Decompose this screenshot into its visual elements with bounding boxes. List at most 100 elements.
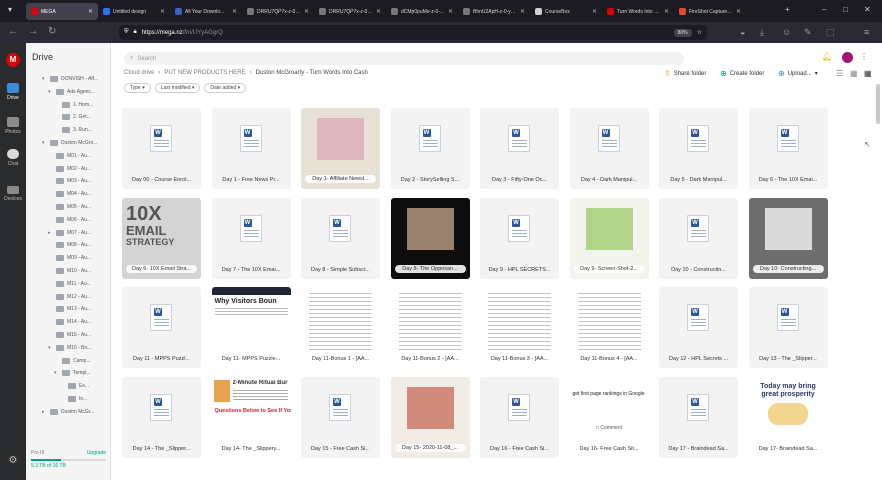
- rail-chat[interactable]: Chat: [0, 149, 26, 167]
- zoom-level[interactable]: 80%: [673, 28, 692, 37]
- tree-folder-item[interactable]: 1. Hom...: [54, 99, 93, 111]
- tree-folder-item[interactable]: M14 - Au...: [48, 316, 91, 328]
- tree-folder-item[interactable]: M03 - Au...: [48, 175, 91, 187]
- close-window-icon[interactable]: ✕: [864, 5, 871, 14]
- browser-tab[interactable]: BhnU2ApH-z-0-y-60...✕: [458, 3, 530, 20]
- tab-list-icon[interactable]: ▾: [8, 5, 12, 14]
- breadcrumb-put-new-products[interactable]: PUT NEW PRODUCTS HERE: [164, 70, 245, 76]
- tree-folder-item[interactable]: 2. Get...: [54, 111, 91, 123]
- file-card[interactable]: Day 17 - Braindead Sa...: [659, 376, 738, 458]
- close-tab-icon[interactable]: ✕: [520, 8, 525, 15]
- file-card[interactable]: Day 16 - Free Cash Si...: [480, 376, 559, 458]
- create-folder-button[interactable]: ⊕ Create folder: [720, 69, 764, 78]
- expand-caret-icon[interactable]: ▾: [48, 345, 53, 351]
- expand-caret-icon[interactable]: ▾: [54, 370, 59, 376]
- file-card[interactable]: Day 1 - Free News Pr...: [211, 108, 291, 189]
- file-card[interactable]: Day 5 - Dark Manipul...: [659, 108, 738, 189]
- close-tab-icon[interactable]: ✕: [448, 8, 453, 15]
- mega-logo[interactable]: M: [6, 53, 20, 67]
- expand-caret-icon[interactable]: ▾: [42, 76, 47, 82]
- forward-icon[interactable]: →: [28, 26, 38, 38]
- close-tab-icon[interactable]: ✕: [664, 8, 669, 15]
- tree-folder-item[interactable]: M01 - Au...: [48, 150, 91, 162]
- file-card[interactable]: Day 7 - The 10X Emai...: [211, 197, 291, 279]
- list-view-icon[interactable]: ☰: [836, 69, 843, 78]
- tree-folder-item[interactable]: M02 - Au...: [48, 163, 91, 175]
- browser-tab[interactable]: DRRU7QP7x-z-0-y-... ✕: [242, 3, 314, 20]
- tree-folder-item[interactable]: M12 - Au...: [48, 291, 91, 303]
- scrollbar-thumb[interactable]: [876, 84, 880, 124]
- downloads-icon[interactable]: ⤓: [760, 26, 764, 38]
- file-card[interactable]: Day 4 - Dark Manipul...: [569, 108, 649, 189]
- browser-tab[interactable]: Turn Words Into Cash ✕: [602, 3, 674, 20]
- filter-type[interactable]: Type ▾: [124, 83, 151, 93]
- file-card[interactable]: 10X EMAIL STRATEGY Day 6- 10X Email Stra...: [122, 197, 201, 279]
- browser-tab[interactable]: CourseBox ✕: [530, 3, 602, 20]
- search-input[interactable]: ⌕ Search: [124, 52, 684, 65]
- close-tab-icon[interactable]: ✕: [592, 8, 597, 15]
- file-card[interactable]: Why Visitors Boun Day 11- MPPS Puzzle...: [211, 287, 291, 368]
- file-card[interactable]: Day 10 - Constructin...: [659, 197, 738, 279]
- tree-folder-item[interactable]: ▾ Templ...: [54, 367, 91, 379]
- tree-folder-item[interactable]: M15 - Au...: [48, 329, 91, 341]
- lock-icon[interactable]: 🔒︎: [134, 29, 137, 36]
- menu-icon[interactable]: ≡: [864, 26, 869, 38]
- expand-caret-icon[interactable]: ▸: [48, 230, 53, 236]
- file-card[interactable]: Day 11-Bonus 4 - [AA...: [569, 287, 649, 368]
- expand-caret-icon[interactable]: ▾: [48, 89, 53, 95]
- extensions-icon[interactable]: ✎: [804, 26, 812, 38]
- file-card[interactable]: Day 00 - Course Enrol...: [122, 108, 201, 189]
- settings-icon[interactable]: ⚙: [0, 455, 26, 466]
- close-tab-icon[interactable]: ✕: [304, 8, 309, 15]
- close-tab-icon[interactable]: ✕: [160, 8, 165, 15]
- tree-folder-item[interactable]: ▾ M16 - Bo...: [48, 342, 91, 354]
- tree-folder-item[interactable]: M09 - Au...: [48, 252, 91, 264]
- tree-folder-item[interactable]: M08 - Au...: [48, 239, 91, 251]
- upgrade-link[interactable]: Upgrade: [87, 450, 106, 456]
- file-card[interactable]: Day 9 - HPL SECRETS...: [480, 197, 559, 279]
- tree-folder-item[interactable]: ▾ Ads Agenc...: [48, 86, 95, 98]
- file-card[interactable]: Day 1- Affiliate Newsl...: [301, 108, 380, 189]
- tree-folder-item[interactable]: ▾ Duston McGro...: [42, 137, 97, 149]
- file-card[interactable]: 2-Minute Ritual Burns BellyQuestions Bel…: [211, 376, 291, 458]
- file-card[interactable]: Day 11-Bonus 2 - [AA...: [390, 287, 470, 368]
- close-tab-icon[interactable]: ✕: [376, 8, 381, 15]
- tree-folder-item[interactable]: Camp...: [54, 355, 91, 367]
- rail-drive[interactable]: Drive: [0, 83, 26, 101]
- browser-tab[interactable]: MEGA ✕: [26, 3, 98, 20]
- tree-folder-item[interactable]: M13 - Au...: [48, 303, 91, 315]
- file-card[interactable]: Day 11-Bonus 1 - [AA...: [301, 287, 380, 368]
- tree-folder-item[interactable]: M11 - Au...: [48, 278, 91, 290]
- browser-tab[interactable]: DRRU7QP7x-z-0-y-... ✕: [314, 3, 386, 20]
- pocket-icon[interactable]: ◒: [740, 26, 745, 38]
- file-card[interactable]: Day 15 - Free Cash Si...: [301, 376, 380, 458]
- file-card[interactable]: Day 15- 2020-11-08_...: [390, 376, 470, 458]
- maximize-icon[interactable]: □: [843, 5, 848, 14]
- address-bar[interactable]: ⛨ 🔒︎ https://mega.nz/fm/UYyAGgrQ 80% ☆: [119, 25, 707, 40]
- tree-folder-item[interactable]: M04 - Au...: [48, 188, 91, 200]
- thumbnail-view-icon[interactable]: ▦: [850, 69, 858, 78]
- storage-meter[interactable]: Pro III Upgrade 5.3 TB of 16 TB: [31, 450, 106, 469]
- bookmark-star-icon[interactable]: ☆: [697, 29, 702, 36]
- file-card[interactable]: Day 9- Screen-Shot-2...: [569, 197, 649, 279]
- file-card[interactable]: Day 11-Bonus 3 - [AA...: [480, 287, 559, 368]
- browser-tab[interactable]: dCMp0puMe-z-0-y-... ✕: [386, 3, 458, 20]
- close-tab-icon[interactable]: ✕: [88, 8, 93, 15]
- file-card[interactable]: Day 10- Constructing...: [748, 197, 828, 279]
- tree-folder-item[interactable]: Ex...: [60, 380, 89, 392]
- tree-folder-item[interactable]: In...: [60, 393, 87, 405]
- minimize-icon[interactable]: –: [822, 5, 826, 14]
- tree-folder-item[interactable]: ▸ M07 - Au...: [48, 227, 91, 239]
- tree-folder-item[interactable]: M06 - Au...: [48, 214, 91, 226]
- expand-caret-icon[interactable]: ▸: [42, 409, 47, 415]
- reload-icon[interactable]: ↻: [48, 26, 56, 38]
- tree-folder-item[interactable]: 3. Run...: [54, 124, 92, 136]
- close-tab-icon[interactable]: ✕: [736, 8, 741, 15]
- upload-button[interactable]: ⊕ Upload... ▾: [778, 69, 818, 78]
- file-card[interactable]: Day 12 - HPL Secrets ...: [659, 287, 738, 368]
- browser-tab[interactable]: FireShot Capture 034 ✕: [674, 3, 746, 20]
- tree-folder-item[interactable]: ▾ DONVISH - Aff...: [42, 73, 98, 85]
- browser-tab[interactable]: All Your Downlo... ✕: [170, 3, 242, 20]
- file-card[interactable]: Day 6 - The 10X Emai...: [748, 108, 828, 189]
- file-card[interactable]: Day 2 - StorySelling S...: [390, 108, 470, 189]
